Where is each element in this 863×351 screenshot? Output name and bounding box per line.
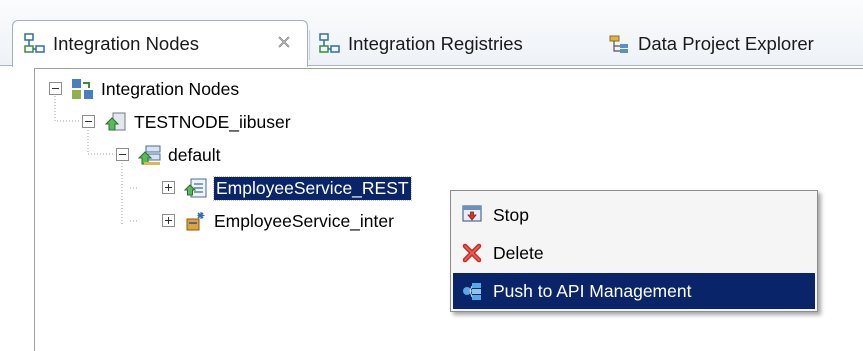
expand-toggle[interactable] bbox=[162, 214, 175, 227]
menu-item-stop[interactable]: Stop bbox=[453, 197, 815, 233]
tab-label: Integration Registries bbox=[348, 33, 523, 54]
collapse-toggle[interactable] bbox=[116, 148, 129, 161]
expand-toggle[interactable] bbox=[162, 181, 175, 194]
tab-data-project-explorer[interactable]: Data Project Explorer bbox=[608, 22, 814, 66]
tab-separator bbox=[309, 30, 310, 60]
data-project-explorer-icon bbox=[609, 35, 628, 53]
tree-item-employeeservice-inter[interactable]: EmployeeService_inter bbox=[162, 207, 394, 235]
collapse-toggle[interactable] bbox=[49, 82, 62, 95]
tree-item-default[interactable]: default bbox=[116, 141, 221, 169]
delete-icon bbox=[462, 243, 482, 263]
tree-item-employeeservice-rest[interactable]: EmployeeService_REST bbox=[162, 174, 412, 202]
view-tab-strip: Integration Nodes Integration Registries… bbox=[0, 0, 863, 67]
tree-item-label: EmployeeService_REST bbox=[213, 175, 412, 201]
application-icon bbox=[186, 212, 205, 231]
tab-label: Data Project Explorer bbox=[638, 33, 814, 54]
tree-item-testnode[interactable]: TESTNODE_iibuser bbox=[82, 108, 291, 136]
tree-item-integration-nodes[interactable]: Integration Nodes bbox=[49, 75, 239, 103]
integration-nodes-icon bbox=[72, 79, 93, 99]
stop-icon bbox=[462, 205, 482, 222]
tab-integration-nodes[interactable]: Integration Nodes bbox=[12, 20, 308, 67]
tree-item-label: TESTNODE_iibuser bbox=[134, 111, 291, 132]
integration-registries-icon bbox=[319, 33, 340, 53]
menu-item-label: Stop bbox=[493, 204, 529, 225]
integration-server-icon bbox=[138, 145, 161, 165]
tree-item-label: default bbox=[168, 144, 221, 165]
tree-item-label: Integration Nodes bbox=[101, 78, 240, 99]
tab-integration-registries[interactable]: Integration Registries bbox=[318, 22, 523, 66]
collapse-toggle[interactable] bbox=[82, 115, 95, 128]
menu-item-push-to-api-management[interactable]: Push to API Management bbox=[453, 273, 815, 309]
tab-label: Integration Nodes bbox=[53, 33, 200, 54]
tree-item-label: EmployeeService_inter bbox=[214, 210, 394, 231]
push-api-icon bbox=[463, 283, 481, 300]
integration-nodes-icon bbox=[24, 33, 45, 53]
close-icon[interactable] bbox=[275, 33, 293, 51]
menu-item-delete[interactable]: Delete bbox=[453, 235, 815, 271]
rest-api-icon bbox=[184, 178, 207, 198]
context-menu: Stop Delete Push to API Management bbox=[450, 190, 818, 312]
integration-node-icon bbox=[104, 112, 126, 131]
menu-item-label: Delete bbox=[493, 242, 544, 263]
menu-item-label: Push to API Management bbox=[493, 280, 692, 301]
